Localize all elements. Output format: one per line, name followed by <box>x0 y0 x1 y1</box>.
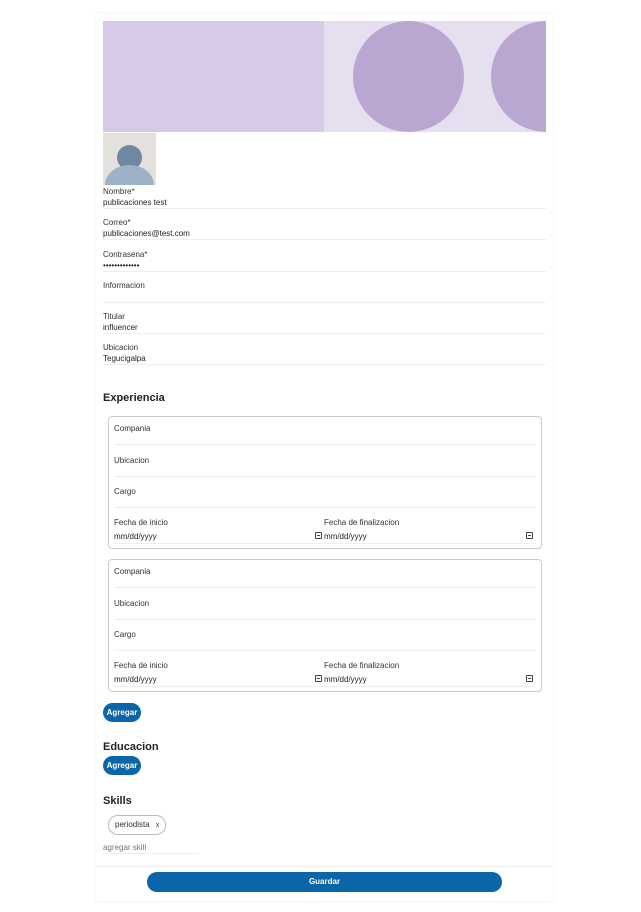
remove-skill-icon[interactable]: x <box>156 822 160 829</box>
info-input[interactable] <box>103 291 546 303</box>
role-field[interactable]: Cargo <box>114 630 536 651</box>
email-field[interactable]: Correo* publicaciones@test.com <box>103 218 546 240</box>
role-input[interactable] <box>114 497 536 508</box>
footer-divider <box>96 866 553 867</box>
company-label: Compania <box>114 424 151 433</box>
exp-location-field[interactable]: Ubicacion <box>114 599 536 620</box>
start-date-input[interactable]: mm/dd/yyyy <box>114 532 157 541</box>
role-label: Cargo <box>114 487 136 496</box>
start-date-label: Fecha de inicio <box>114 661 168 670</box>
start-date-label: Fecha de inicio <box>114 518 168 527</box>
company-input[interactable] <box>114 577 536 588</box>
profile-banner[interactable] <box>103 21 546 132</box>
exp-location-label: Ubicacion <box>114 456 150 465</box>
education-title: Educacion <box>103 741 159 753</box>
location-field[interactable]: Ubicacion Tegucigalpa <box>103 343 546 365</box>
calendar-icon[interactable] <box>315 675 322 682</box>
end-date-input[interactable]: mm/dd/yyyy <box>324 675 367 684</box>
avatar[interactable] <box>103 133 156 185</box>
company-input[interactable] <box>114 434 536 445</box>
save-button[interactable]: Guardar <box>147 872 502 892</box>
company-field[interactable]: Compania <box>114 424 536 445</box>
end-date-label: Fecha de finalizacion <box>324 518 400 527</box>
experience-entry: Compania Ubicacion Cargo Fecha de inicio… <box>108 559 542 692</box>
add-experience-button[interactable]: Agregar <box>103 703 141 722</box>
calendar-icon[interactable] <box>315 532 322 539</box>
skills-title: Skills <box>103 795 132 807</box>
calendar-icon[interactable] <box>526 675 533 682</box>
end-date-underline <box>324 686 535 687</box>
exp-location-input[interactable] <box>114 466 536 477</box>
headline-input[interactable]: influencer <box>103 322 546 334</box>
password-input[interactable]: ••••••••••••• <box>103 260 546 272</box>
exp-location-label: Ubicacion <box>114 599 150 608</box>
experience-title: Experiencia <box>103 392 165 404</box>
email-input[interactable]: publicaciones@test.com <box>103 228 546 240</box>
calendar-icon[interactable] <box>526 532 533 539</box>
skill-chip-label: periodista <box>115 820 150 829</box>
role-input[interactable] <box>114 640 536 651</box>
name-label: Nombre* <box>103 187 135 196</box>
headline-label: Titular <box>103 312 125 321</box>
add-education-button[interactable]: Agregar <box>103 756 141 775</box>
role-field[interactable]: Cargo <box>114 487 536 508</box>
password-field[interactable]: Contrasena* ••••••••••••• <box>103 250 546 272</box>
location-label: Ubicacion <box>103 343 139 352</box>
name-field[interactable]: Nombre* publicaciones test <box>103 187 546 209</box>
add-skill-input[interactable] <box>103 842 199 854</box>
avatar-body-icon <box>105 165 154 185</box>
experience-entry: Compania Ubicacion Cargo Fecha de inicio… <box>108 416 542 549</box>
end-date-input[interactable]: mm/dd/yyyy <box>324 532 367 541</box>
company-label: Compania <box>114 567 151 576</box>
role-label: Cargo <box>114 630 136 639</box>
skill-chip: periodista x <box>108 815 167 835</box>
start-date-underline <box>114 543 323 544</box>
banner-left-block <box>103 21 324 132</box>
headline-field[interactable]: Titular influencer <box>103 312 546 334</box>
email-label: Correo* <box>103 218 131 227</box>
start-date-underline <box>114 686 323 687</box>
end-date-label: Fecha de finalizacion <box>324 661 400 670</box>
banner-circle <box>491 21 546 132</box>
info-label: Informacion <box>103 281 145 290</box>
banner-circle <box>353 21 464 132</box>
password-label: Contrasena* <box>103 250 148 259</box>
start-date-input[interactable]: mm/dd/yyyy <box>114 675 157 684</box>
exp-location-field[interactable]: Ubicacion <box>114 456 536 477</box>
company-field[interactable]: Compania <box>114 567 536 588</box>
exp-location-input[interactable] <box>114 609 536 620</box>
location-input[interactable]: Tegucigalpa <box>103 353 546 365</box>
info-field[interactable]: Informacion <box>103 281 546 303</box>
end-date-underline <box>324 543 535 544</box>
name-input[interactable]: publicaciones test <box>103 197 546 209</box>
